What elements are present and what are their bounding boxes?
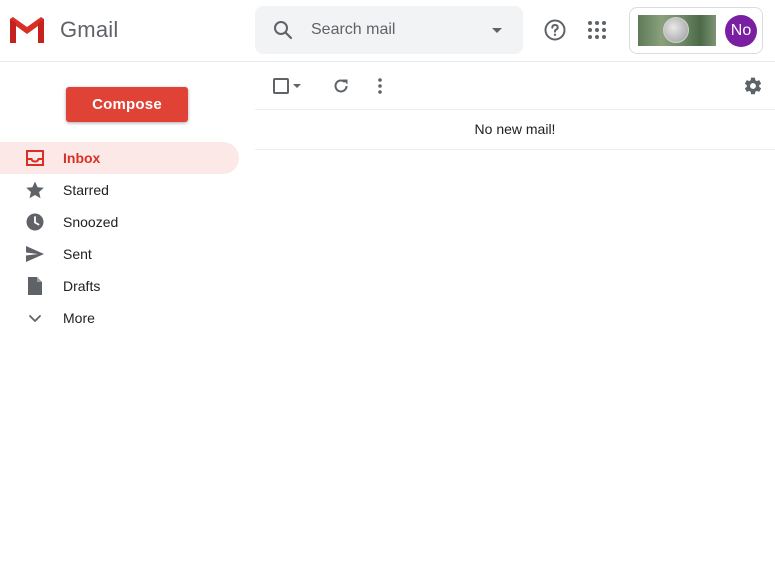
sidebar-item-snoozed[interactable]: Snoozed xyxy=(0,206,239,238)
search-input[interactable] xyxy=(311,18,471,42)
sidebar-item-more[interactable]: More xyxy=(0,302,239,334)
settings-button[interactable] xyxy=(741,74,765,98)
top-header: Gmail No xyxy=(0,0,775,62)
account-switcher[interactable]: No xyxy=(629,7,763,54)
sidebar-item-label: Snoozed xyxy=(63,214,119,230)
empty-mail-message: No new mail! xyxy=(255,110,775,150)
refresh-icon xyxy=(334,79,348,93)
search-icon[interactable] xyxy=(271,18,295,42)
sidebar-item-label: More xyxy=(63,310,95,326)
sidebar-item-starred[interactable]: Starred xyxy=(0,174,239,206)
mail-toolbar xyxy=(255,62,775,110)
search-options-caret-icon[interactable] xyxy=(487,20,507,40)
gear-icon xyxy=(744,77,762,95)
brand-name[interactable]: Gmail xyxy=(60,17,118,43)
draft-icon xyxy=(28,277,42,295)
apps-grid-icon xyxy=(588,21,606,39)
coin-image xyxy=(663,17,689,43)
star-icon xyxy=(26,181,44,199)
inbox-icon xyxy=(26,150,44,166)
sidebar-item-label: Starred xyxy=(63,182,109,198)
sidebar-nav: Inbox Starred Snoozed Sent Drafts More xyxy=(0,142,240,334)
clock-icon xyxy=(26,213,44,231)
select-options-button[interactable] xyxy=(289,74,305,98)
avatar[interactable]: No xyxy=(725,15,757,47)
apps-button[interactable] xyxy=(582,15,612,45)
compose-button[interactable]: Compose xyxy=(66,87,188,122)
sidebar-item-label: Drafts xyxy=(63,278,101,294)
help-button[interactable] xyxy=(540,15,570,45)
help-icon xyxy=(544,19,566,41)
search-bar[interactable] xyxy=(255,6,523,54)
more-options-button[interactable] xyxy=(368,74,392,98)
sidebar-item-drafts[interactable]: Drafts xyxy=(0,270,239,302)
refresh-button[interactable] xyxy=(329,74,353,98)
checkbox-icon xyxy=(273,78,289,94)
sidebar-item-label: Sent xyxy=(63,246,92,262)
sidebar-item-sent[interactable]: Sent xyxy=(0,238,239,270)
send-icon xyxy=(26,246,44,262)
sidebar-item-label: Inbox xyxy=(63,150,101,166)
account-banner-image xyxy=(638,15,716,46)
more-vert-icon xyxy=(378,78,382,94)
sidebar-item-inbox[interactable]: Inbox xyxy=(0,142,239,174)
caret-down-icon xyxy=(293,84,301,88)
gmail-logo-icon[interactable] xyxy=(8,15,46,45)
chevron-down-icon xyxy=(29,315,41,322)
